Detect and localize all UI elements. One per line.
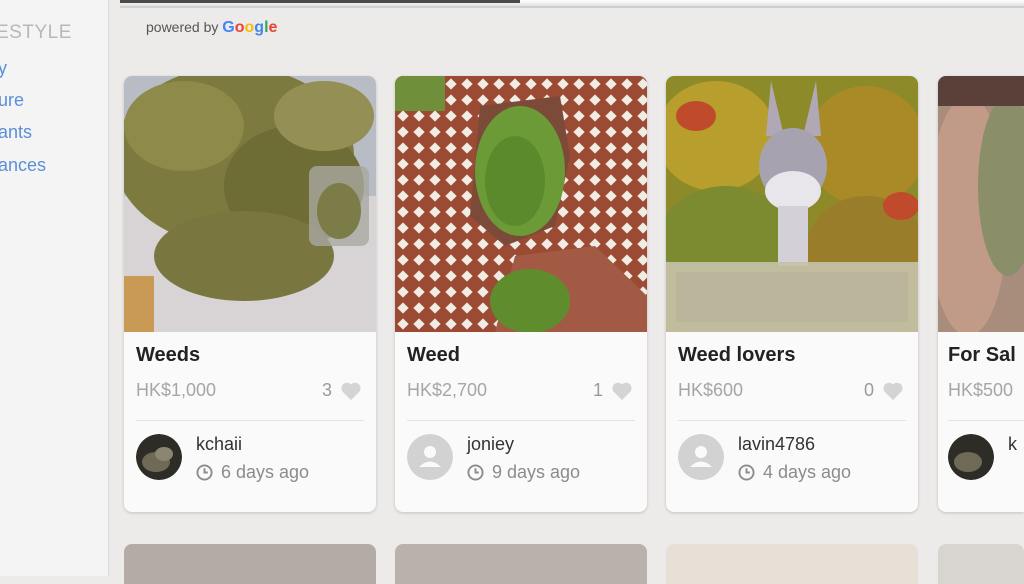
listing-photo[interactable] — [124, 76, 376, 332]
listing-title[interactable]: Weed — [407, 344, 460, 367]
listing-photo[interactable] — [938, 76, 1024, 332]
like-count-value: 3 — [321, 380, 332, 400]
listing-title[interactable]: For Sal — [948, 344, 1016, 367]
seller-name[interactable]: joniey — [467, 434, 514, 455]
like-count[interactable]: 1 — [593, 380, 633, 401]
listing-card[interactable]: Weed HK$2,700 1 joniey 9 days ago — [395, 76, 647, 512]
listing-card[interactable]: For Sal HK$500 k — [938, 76, 1024, 512]
listing-card-next-row[interactable] — [666, 544, 918, 584]
like-count-value: 1 — [592, 380, 603, 400]
listing-card[interactable]: Weeds HK$1,000 3 kchaii 6 days ago — [124, 76, 376, 512]
powered-by-google: powered by Google — [146, 19, 277, 37]
browser-top-bar — [120, 0, 1024, 8]
default-avatar-icon[interactable] — [407, 434, 453, 480]
like-count[interactable]: 3 — [322, 380, 362, 401]
posted-time: 4 days ago — [738, 462, 851, 483]
listing-price: HK$600 — [678, 380, 744, 400]
card-divider — [948, 420, 1024, 421]
listing-title[interactable]: Weeds — [136, 344, 200, 367]
sidebar-link-2[interactable]: ure — [0, 90, 24, 111]
posted-time-text: 6 days ago — [221, 462, 310, 482]
listing-photo[interactable] — [395, 76, 647, 332]
listing-title[interactable]: Weed lovers — [678, 344, 795, 367]
google-logo: Google — [222, 19, 278, 36]
card-divider — [136, 420, 364, 421]
listing-card-next-row[interactable] — [124, 544, 376, 584]
like-count[interactable]: 0 — [864, 380, 904, 401]
clock-icon — [467, 464, 484, 481]
heart-icon[interactable] — [340, 381, 362, 401]
posted-time-text: 9 days ago — [492, 462, 581, 482]
category-sidebar: ESTYLE y ure ants ances — [0, 0, 109, 576]
sidebar-link-3[interactable]: ants — [0, 122, 32, 143]
clock-icon — [738, 464, 755, 481]
seller-avatar[interactable] — [136, 434, 182, 480]
card-divider — [678, 420, 906, 421]
posted-time-text: 4 days ago — [763, 462, 852, 482]
heart-icon[interactable] — [611, 381, 633, 401]
default-avatar-icon[interactable] — [678, 434, 724, 480]
listing-price: HK$2,700 — [407, 380, 488, 400]
seller-name[interactable]: lavin4786 — [738, 434, 815, 455]
listing-card-next-row[interactable] — [395, 544, 647, 584]
clock-icon — [196, 464, 213, 481]
listing-price: HK$500 — [948, 380, 1014, 400]
powered-by-label: powered by — [146, 19, 219, 35]
listing-card-next-row[interactable] — [938, 544, 1024, 584]
listing-price: HK$1,000 — [136, 380, 217, 400]
heart-icon[interactable] — [882, 381, 904, 401]
listing-photo[interactable] — [666, 76, 918, 332]
posted-time: 6 days ago — [196, 462, 309, 483]
seller-avatar[interactable] — [948, 434, 994, 480]
sidebar-section-title: ESTYLE — [0, 22, 72, 43]
card-divider — [407, 420, 635, 421]
seller-name[interactable]: kchaii — [196, 434, 242, 455]
posted-time: 9 days ago — [467, 462, 580, 483]
like-count-value: 0 — [863, 380, 874, 400]
sidebar-link-1[interactable]: y — [0, 58, 7, 79]
seller-name[interactable]: k — [1008, 434, 1017, 455]
listing-card[interactable]: Weed lovers HK$600 0 lavin4786 4 days ag… — [666, 76, 918, 512]
sidebar-link-4[interactable]: ances — [0, 155, 46, 176]
